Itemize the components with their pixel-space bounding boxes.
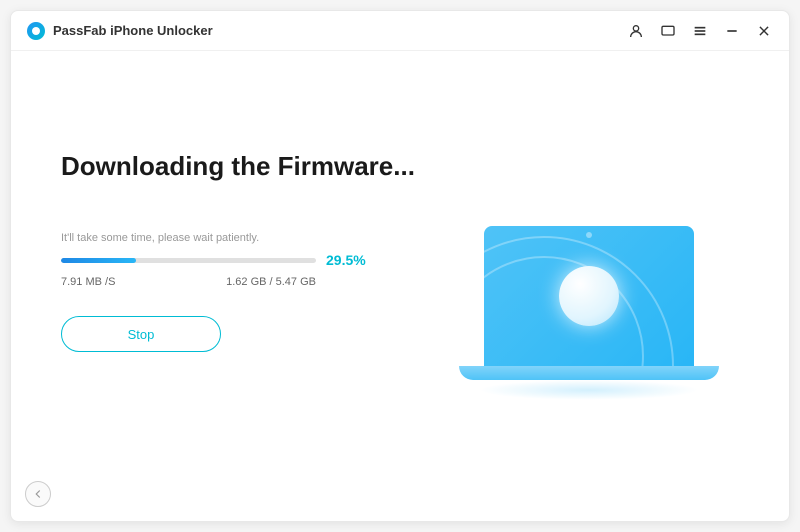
app-window: PassFab iPhone Unlocker [10,10,790,522]
progress-details: 7.91 MB /S 1.62 GB / 5.47 GB [61,276,316,288]
laptop-screen-graphic [484,226,694,366]
progress-bar [61,258,316,263]
progress-row: 29.5% [61,252,439,268]
download-speed: 7.91 MB /S [61,276,115,288]
user-icon[interactable] [627,22,645,40]
stop-button[interactable]: Stop [61,316,221,352]
app-logo-icon [27,22,45,40]
back-button[interactable] [25,481,51,507]
hint-text: It'll take some time, please wait patien… [61,232,439,244]
feedback-icon[interactable] [659,22,677,40]
left-panel: Downloading the Firmware... It'll take s… [61,91,439,501]
illustration-panel [439,91,739,501]
progress-percent: 29.5% [326,252,366,268]
page-heading: Downloading the Firmware... [61,151,439,182]
titlebar-actions [627,22,773,40]
laptop-illustration [459,226,719,406]
laptop-base-graphic [459,366,719,380]
download-size: 1.62 GB / 5.47 GB [226,276,316,288]
titlebar-left: PassFab iPhone Unlocker [27,22,213,40]
content-area: Downloading the Firmware... It'll take s… [11,51,789,521]
app-title: PassFab iPhone Unlocker [53,23,213,38]
titlebar: PassFab iPhone Unlocker [11,11,789,51]
laptop-shadow-graphic [479,380,699,400]
close-icon[interactable] [755,22,773,40]
stop-button-label: Stop [128,327,155,342]
orb-graphic [559,266,619,326]
menu-icon[interactable] [691,22,709,40]
progress-fill [61,258,136,263]
minimize-icon[interactable] [723,22,741,40]
